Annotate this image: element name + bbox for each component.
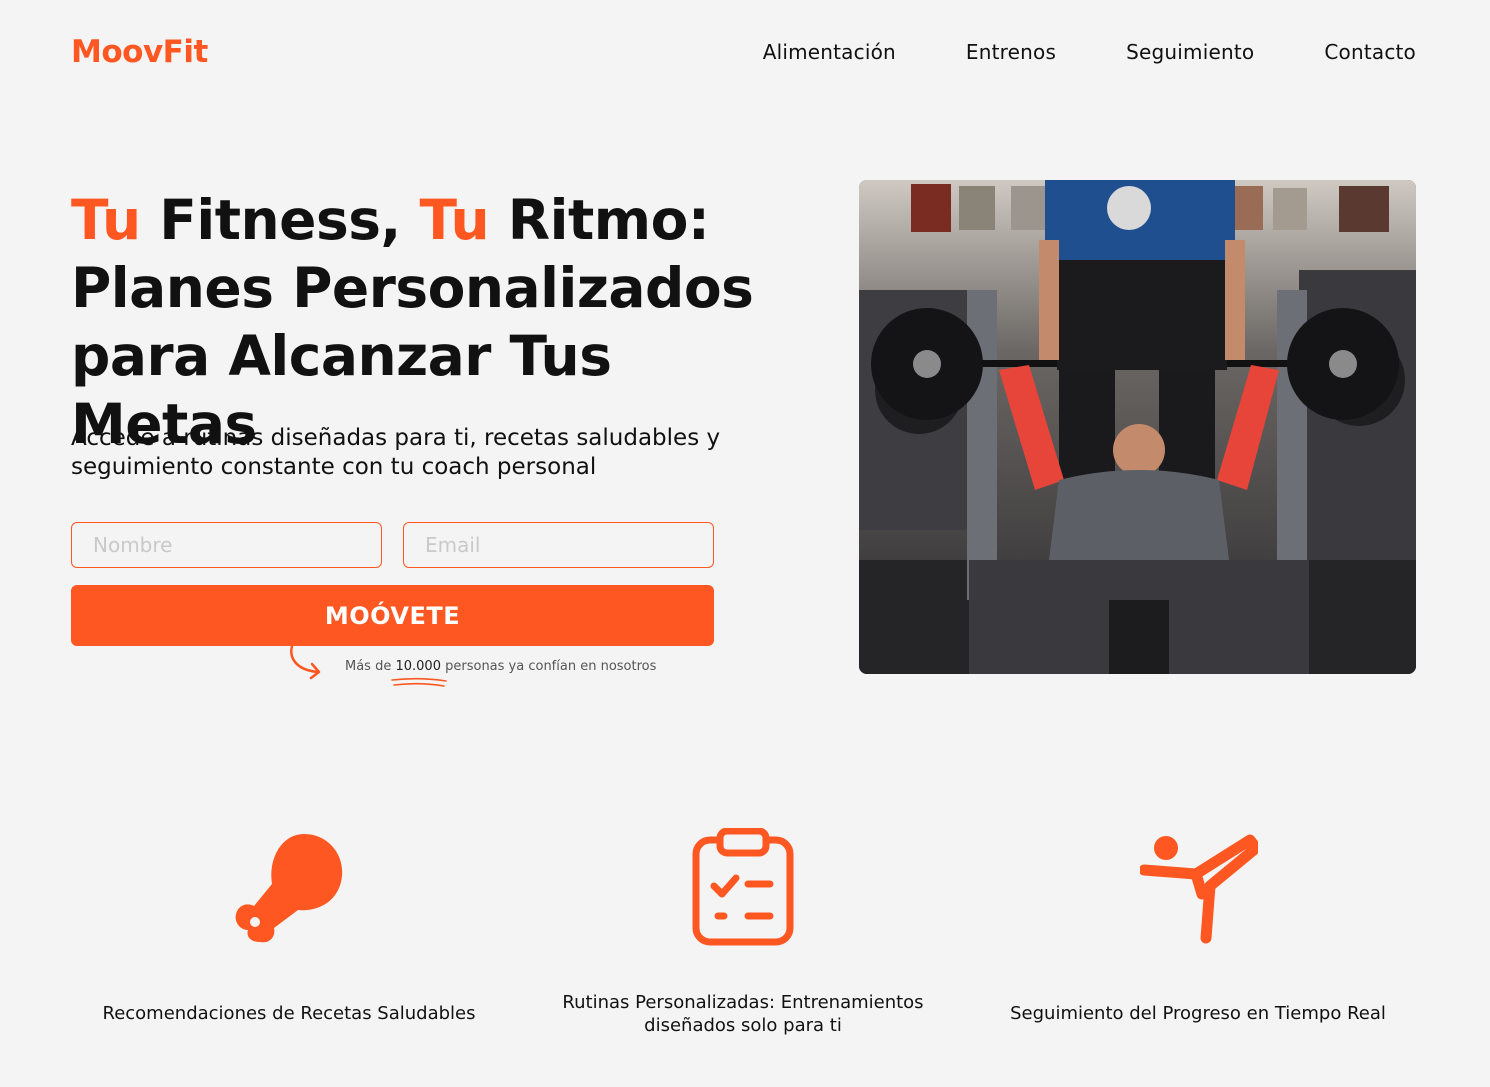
social-proof-prefix: Más de <box>345 659 396 674</box>
hero-image <box>859 180 1416 674</box>
feature-label-recipes: Recomendaciones de Recetas Saludables <box>102 1003 476 1024</box>
martial-arts-kick-icon <box>1140 834 1258 944</box>
brand-logo[interactable]: MoovFit <box>71 34 208 70</box>
hero-title-highlight: Tu <box>71 188 141 252</box>
name-input[interactable] <box>71 522 382 568</box>
hero-title: Tu Fitness, Tu Ritmo: Planes Personalizad… <box>71 186 811 458</box>
curved-arrow-icon <box>290 644 321 680</box>
nav-link-contacto[interactable]: Contacto <box>1324 40 1416 64</box>
social-proof-text: Más de 10.000 personas ya confían en nos… <box>345 659 656 674</box>
scribble-underline-icon <box>391 677 447 687</box>
nav-link-seguimiento[interactable]: Seguimiento <box>1126 40 1254 64</box>
hero-title-text: Ritmo: <box>489 188 710 252</box>
hero-title-line2: Planes Personalizados <box>71 256 754 320</box>
feature-label-tracking: Seguimiento del Progreso en Tiempo Real <box>1010 1003 1386 1024</box>
submit-button[interactable]: MOÓVETE <box>71 585 714 646</box>
nav-link-entrenos[interactable]: Entrenos <box>966 40 1056 64</box>
hero-title-highlight: Tu <box>419 188 490 252</box>
gym-bench-press-photo <box>859 180 1416 674</box>
social-proof-number: 10.000 <box>395 659 441 674</box>
clipboard-checklist-icon <box>692 828 794 946</box>
chicken-leg-icon <box>235 834 343 943</box>
hero-title-text: Fitness, <box>140 188 420 252</box>
email-input[interactable] <box>403 522 714 568</box>
nav-link-alimentacion[interactable]: Alimentación <box>763 40 896 64</box>
hero-subtitle: Accede a rutinas diseñadas para ti, rece… <box>71 425 721 480</box>
main-nav: Alimentación Entrenos Seguimiento Contac… <box>763 40 1416 64</box>
feature-label-routines: Rutinas Personalizadas: Entrenamientos d… <box>562 992 924 1036</box>
social-proof-suffix: personas ya confían en nosotros <box>440 659 657 674</box>
